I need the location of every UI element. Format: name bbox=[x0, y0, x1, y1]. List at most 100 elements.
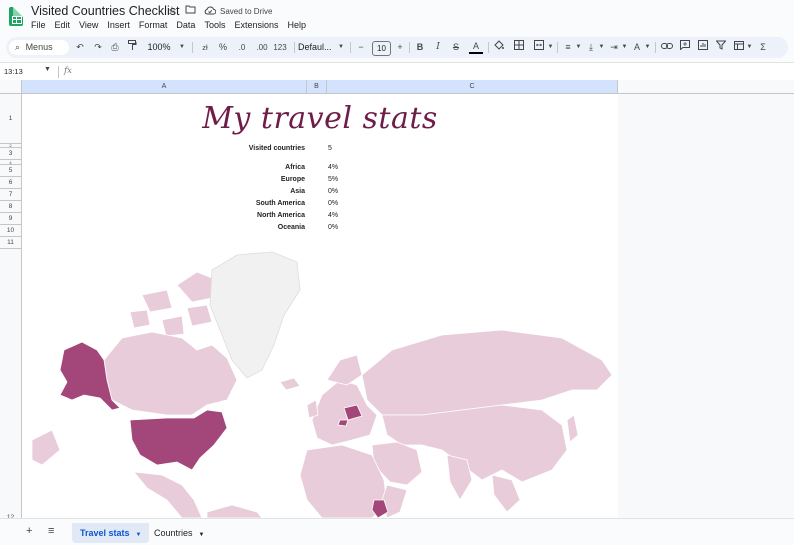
select-all-corner[interactable] bbox=[0, 80, 22, 94]
filter-views-chevron-down-icon[interactable]: ▼ bbox=[746, 40, 753, 55]
row-header-1[interactable]: 1 bbox=[0, 94, 22, 144]
continent-label: North America bbox=[257, 212, 305, 219]
menu-extensions[interactable]: Extensions bbox=[234, 20, 278, 30]
continent-value: 5% bbox=[328, 176, 339, 183]
merge-chevron-down-icon[interactable]: ▼ bbox=[547, 40, 554, 55]
map-region-japan bbox=[566, 414, 579, 443]
formula-bar: 13:13 ▼ fx bbox=[0, 62, 794, 80]
filter-views-icon[interactable] bbox=[733, 40, 745, 55]
vertical-align-icon[interactable]: ⤓ bbox=[585, 40, 597, 55]
map-region-arctic-islands bbox=[141, 289, 173, 313]
menu-edit[interactable]: Edit bbox=[55, 20, 71, 30]
search-menus-button[interactable]: ⌕ Menus bbox=[9, 40, 69, 55]
font-size-input[interactable]: 10 bbox=[372, 41, 391, 56]
redo-icon[interactable]: ↷ bbox=[92, 40, 104, 55]
strikethrough-icon[interactable]: S bbox=[450, 40, 462, 55]
filter-icon[interactable] bbox=[715, 40, 727, 55]
increase-decimal-button[interactable]: .00 bbox=[254, 40, 270, 55]
merge-cells-icon[interactable] bbox=[533, 40, 545, 55]
number-format-button[interactable]: 123 bbox=[271, 40, 289, 55]
row-header-10[interactable]: 10 bbox=[0, 225, 22, 237]
chevron-down-icon[interactable]: ▼ bbox=[199, 532, 205, 538]
row-header-9[interactable]: 9 bbox=[0, 213, 22, 225]
menu-tools[interactable]: Tools bbox=[204, 20, 225, 30]
add-sheet-icon[interactable]: + bbox=[26, 525, 32, 537]
fill-color-icon[interactable] bbox=[493, 40, 505, 55]
row-header-8[interactable]: 8 bbox=[0, 201, 22, 213]
row-header-12[interactable]: 12 bbox=[0, 249, 22, 518]
currency-format-button[interactable]: zł bbox=[198, 40, 212, 55]
menus-label: Menus bbox=[25, 42, 53, 52]
chevron-down-icon[interactable]: ▼ bbox=[136, 532, 142, 538]
insert-chart-icon[interactable] bbox=[697, 40, 709, 55]
sheets-logo-icon[interactable] bbox=[9, 7, 23, 26]
menu-help[interactable]: Help bbox=[287, 20, 306, 30]
name-box-chevron-down-icon[interactable]: ▼ bbox=[44, 66, 51, 73]
continent-label: Oceania bbox=[277, 224, 305, 231]
paint-format-icon[interactable] bbox=[126, 40, 138, 55]
column-header-a[interactable]: A bbox=[22, 80, 307, 94]
title-bar: Visited Countries Checklist ☆ Saved to D… bbox=[0, 0, 794, 34]
all-sheets-list-icon[interactable]: ≡ bbox=[48, 525, 54, 537]
undo-icon[interactable]: ↶ bbox=[74, 40, 86, 55]
world-map-chart[interactable] bbox=[22, 250, 618, 518]
print-icon[interactable]: ⎙ bbox=[109, 40, 121, 55]
continent-value: 0% bbox=[328, 200, 339, 207]
name-box[interactable]: 13:13 bbox=[4, 67, 23, 76]
map-region-siberia-strip bbox=[31, 429, 61, 466]
continent-label: Africa bbox=[285, 164, 305, 171]
menu-insert[interactable]: Insert bbox=[107, 20, 130, 30]
insert-comment-icon[interactable] bbox=[679, 40, 691, 55]
text-wrapping-icon[interactable]: ⇥ bbox=[608, 40, 620, 55]
sheet-tab-label: Travel stats bbox=[80, 528, 130, 538]
bold-icon[interactable]: B bbox=[414, 40, 426, 55]
map-region-canada bbox=[103, 331, 238, 416]
column-header-b[interactable]: B bbox=[307, 80, 327, 94]
text-color-icon[interactable]: A bbox=[469, 40, 483, 54]
percent-format-button[interactable]: % bbox=[217, 40, 229, 55]
borders-icon[interactable] bbox=[513, 40, 525, 55]
row-header-5[interactable]: 5 bbox=[0, 165, 22, 177]
map-region-mexico bbox=[133, 471, 203, 518]
sheet-grid: A B C 1 2 3 4 5 6 7 8 9 10 11 12 My trav… bbox=[0, 80, 794, 518]
sheet-tab-countries[interactable]: Countries ▼ bbox=[146, 523, 212, 543]
halign-chevron-down-icon[interactable]: ▼ bbox=[575, 40, 582, 55]
increase-font-size-icon[interactable]: + bbox=[395, 40, 405, 55]
continent-value: 0% bbox=[328, 188, 339, 195]
zoom-chevron-down-icon[interactable]: ▼ bbox=[178, 40, 186, 55]
move-folder-icon[interactable] bbox=[185, 4, 196, 17]
cloud-saved-icon[interactable] bbox=[204, 6, 217, 18]
menu-view[interactable]: View bbox=[79, 20, 98, 30]
menu-data[interactable]: Data bbox=[176, 20, 195, 30]
menu-format[interactable]: Format bbox=[139, 20, 168, 30]
valign-chevron-down-icon[interactable]: ▼ bbox=[598, 40, 605, 55]
map-region-south-america bbox=[206, 504, 263, 518]
menu-file[interactable]: File bbox=[31, 20, 46, 30]
font-chevron-down-icon[interactable]: ▼ bbox=[337, 40, 345, 55]
decrease-font-size-icon[interactable]: − bbox=[356, 40, 366, 55]
horizontal-align-icon[interactable]: ≡ bbox=[562, 40, 574, 55]
rotation-chevron-down-icon[interactable]: ▼ bbox=[644, 40, 651, 55]
row-header-6[interactable]: 6 bbox=[0, 177, 22, 189]
sheet-tab-travel-stats[interactable]: Travel stats ▼ bbox=[72, 523, 150, 543]
visited-countries-label: Visited countries bbox=[248, 145, 305, 152]
text-rotation-icon[interactable]: A bbox=[631, 40, 643, 55]
search-icon: ⌕ bbox=[15, 42, 21, 52]
menu-bar: File Edit View Insert Format Data Tools … bbox=[31, 20, 315, 30]
star-icon[interactable]: ☆ bbox=[167, 4, 177, 17]
row-header-11[interactable]: 11 bbox=[0, 237, 22, 249]
column-header-empty bbox=[618, 80, 794, 94]
row-header-7[interactable]: 7 bbox=[0, 189, 22, 201]
font-family-select[interactable]: Defaul... bbox=[298, 40, 336, 55]
italic-icon[interactable]: I bbox=[432, 40, 444, 55]
row-header-3[interactable]: 3 bbox=[0, 148, 22, 160]
column-header-c[interactable]: C bbox=[327, 80, 618, 94]
wrap-chevron-down-icon[interactable]: ▼ bbox=[621, 40, 628, 55]
decrease-decimal-button[interactable]: .0 bbox=[234, 40, 250, 55]
document-title[interactable]: Visited Countries Checklist bbox=[31, 4, 179, 18]
map-region-iceland bbox=[279, 377, 301, 391]
functions-sigma-icon[interactable]: Σ bbox=[757, 40, 769, 55]
insert-link-icon[interactable] bbox=[660, 40, 674, 55]
spreadsheet-app: Visited Countries Checklist ☆ Saved to D… bbox=[0, 0, 794, 545]
zoom-select[interactable]: 100% bbox=[146, 40, 172, 55]
